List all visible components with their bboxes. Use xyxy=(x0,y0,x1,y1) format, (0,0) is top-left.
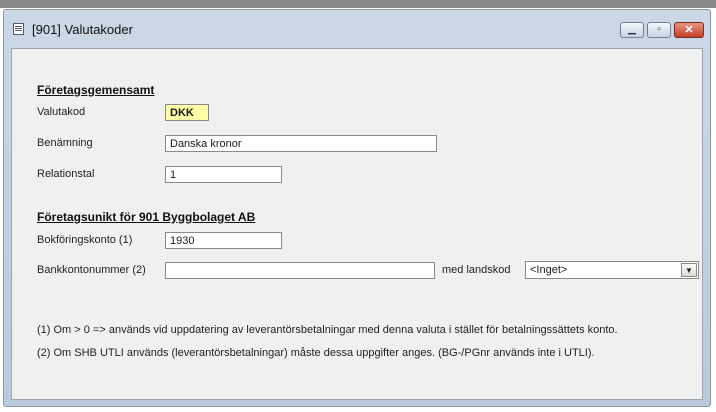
bank-account-label: Bankkontonummer (2) xyxy=(37,264,146,276)
country-code-value: <Inget> xyxy=(530,264,568,276)
currency-code-field[interactable]: DKK xyxy=(165,104,209,121)
valutakoder-window: [901] Valutakoder ▁ ▫ ✕ Företagsgemensam… xyxy=(3,9,711,407)
section-heading-company-common: Företagsgemensamt xyxy=(37,83,155,97)
section-heading-company-specific: Företagsunikt för 901 Byggbolaget AB xyxy=(37,210,256,224)
currency-code-label: Valutakod xyxy=(37,106,86,118)
footnote-1: (1) Om > 0 => används vid uppdatering av… xyxy=(37,324,618,336)
window-app-icon[interactable] xyxy=(13,23,24,35)
minimize-button[interactable]: ▁ xyxy=(620,22,644,38)
window-title: [901] Valutakoder xyxy=(32,22,133,37)
account-label: Bokföringskonto (1) xyxy=(37,234,133,246)
ratio-field[interactable]: 1 xyxy=(165,166,282,183)
ratio-label: Relationstal xyxy=(37,168,95,180)
bottom-strip xyxy=(0,407,716,412)
name-field[interactable]: Danska kronor xyxy=(165,135,437,152)
background-strip xyxy=(0,0,716,8)
name-label: Benämning xyxy=(37,137,93,149)
form-client-area: Företagsgemensamt Valutakod DKK Benämnin… xyxy=(11,48,703,400)
country-code-dropdown[interactable]: <Inget> ▼ xyxy=(525,261,699,279)
footnote-2: (2) Om SHB UTLI används (leverantörsbeta… xyxy=(37,347,595,359)
maximize-button[interactable]: ▫ xyxy=(647,22,671,38)
country-code-label: med landskod xyxy=(442,264,511,276)
bank-account-field[interactable] xyxy=(165,262,435,279)
title-bar[interactable]: [901] Valutakoder ▁ ▫ ✕ xyxy=(4,10,710,48)
account-field[interactable]: 1930 xyxy=(165,232,282,249)
close-button[interactable]: ✕ xyxy=(674,22,704,38)
chevron-down-icon[interactable]: ▼ xyxy=(681,263,697,277)
